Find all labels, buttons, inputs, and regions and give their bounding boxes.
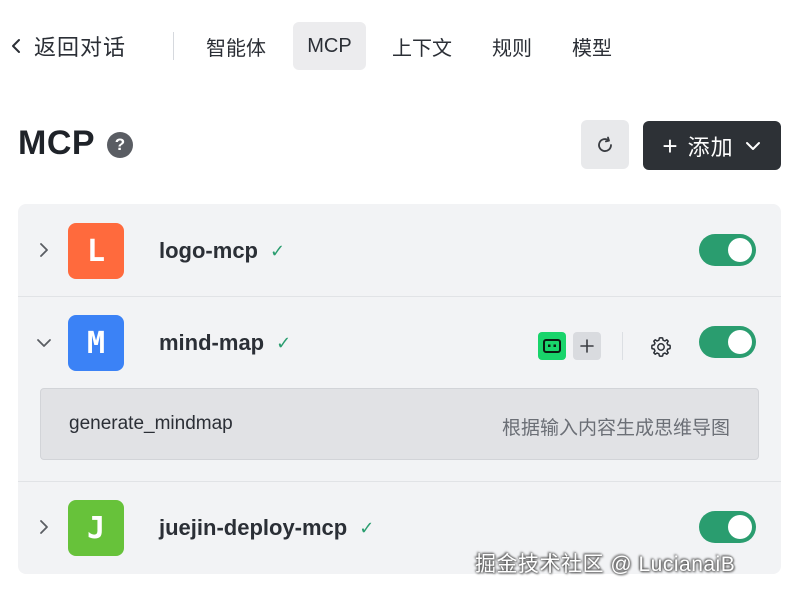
chevron-left-icon <box>12 39 20 53</box>
gear-icon[interactable] <box>649 335 673 359</box>
server-name: mind-map ✓ <box>159 330 291 356</box>
server-enable-toggle[interactable] <box>699 511 756 543</box>
tab-rules[interactable]: 规则 <box>480 22 544 70</box>
watermark: 掘金技术社区 @ LucianaiB <box>475 553 736 576</box>
tab-agents[interactable]: 智能体 <box>194 22 278 70</box>
refresh-icon <box>598 136 612 152</box>
nav-divider <box>173 32 174 60</box>
check-icon: ✓ <box>270 240 286 261</box>
check-icon: ✓ <box>276 332 292 353</box>
add-server-button[interactable]: + 添加 <box>643 121 781 170</box>
back-label: 返回对话 <box>34 35 127 60</box>
add-button-label: 添加 <box>687 134 734 160</box>
server-avatar: J <box>68 500 124 556</box>
server-avatar: M <box>68 315 124 371</box>
plus-icon <box>580 339 594 353</box>
server-name-text: juejin-deploy-mcp <box>159 515 348 540</box>
tab-models[interactable]: 模型 <box>560 22 624 70</box>
tool-name: generate_mindmap <box>69 413 233 434</box>
check-icon: ✓ <box>359 517 375 538</box>
server-enable-toggle[interactable] <box>699 234 756 266</box>
add-tool-button[interactable] <box>573 332 601 360</box>
tab-context[interactable]: 上下文 <box>380 22 464 70</box>
back-to-chat-button[interactable]: 返回对话 <box>8 22 126 70</box>
server-row-mind-map: M mind-map ✓ generate_mindmap 根据输入内容生成思维… <box>18 297 781 481</box>
robot-face-icon <box>543 339 561 353</box>
tool-description: 根据输入内容生成思维导图 <box>501 418 730 439</box>
plus-icon: + <box>662 130 678 161</box>
server-name-text: logo-mcp <box>159 238 258 263</box>
refresh-button[interactable] <box>581 120 629 169</box>
toggle-knob <box>728 515 752 539</box>
server-avatar: L <box>68 223 124 279</box>
mcp-server-list: L logo-mcp ✓ M mind-map ✓ generate_mindm… <box>18 204 781 574</box>
server-name: logo-mcp ✓ <box>159 238 285 264</box>
page-title: MCP <box>18 124 96 162</box>
chevron-right-icon[interactable] <box>35 518 53 536</box>
server-name-text: mind-map <box>159 330 265 355</box>
chevron-down-icon <box>745 141 760 150</box>
toggle-knob <box>728 238 752 262</box>
server-name: juejin-deploy-mcp ✓ <box>159 515 374 541</box>
top-nav: 返回对话 智能体 MCP 上下文 规则 模型 <box>0 22 797 70</box>
tab-mcp[interactable]: MCP <box>293 22 366 70</box>
chevron-down-icon[interactable] <box>35 334 53 352</box>
toolbar-divider <box>622 332 623 360</box>
tool-item[interactable]: generate_mindmap 根据输入内容生成思维导图 <box>40 388 759 460</box>
help-icon[interactable]: ? <box>107 132 133 158</box>
robot-icon[interactable] <box>538 332 566 360</box>
server-enable-toggle[interactable] <box>699 326 756 358</box>
toggle-knob <box>728 330 752 354</box>
chevron-right-icon[interactable] <box>35 241 53 259</box>
server-row-logo-mcp: L logo-mcp ✓ <box>18 204 781 296</box>
